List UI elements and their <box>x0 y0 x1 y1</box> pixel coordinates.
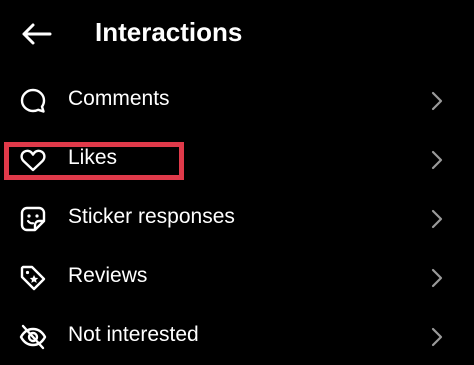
chevron-right-icon <box>430 267 444 289</box>
menu-item-sticker-responses[interactable]: Sticker responses <box>0 188 474 247</box>
menu-item-likes[interactable]: Likes <box>0 129 474 188</box>
tag-star-icon <box>18 263 48 293</box>
menu-item-label: Sticker responses <box>68 205 235 228</box>
eye-off-icon <box>18 322 48 352</box>
interactions-menu: Comments Likes Sticker responses Reviews… <box>0 70 474 365</box>
menu-item-label: Likes <box>68 146 118 169</box>
back-button[interactable] <box>14 16 58 52</box>
header-bar: Interactions <box>0 0 474 66</box>
menu-item-not-interested[interactable]: Not interested <box>0 306 474 365</box>
arrow-left-icon <box>22 23 52 45</box>
menu-item-reviews[interactable]: Reviews <box>0 247 474 306</box>
page-title: Interactions <box>95 17 243 47</box>
menu-item-label: Reviews <box>68 264 148 287</box>
heart-icon <box>18 145 48 175</box>
comment-bubble-icon <box>18 86 48 116</box>
chevron-right-icon <box>430 208 444 230</box>
sticker-icon <box>18 204 48 234</box>
chevron-right-icon <box>430 149 444 171</box>
menu-item-comments[interactable]: Comments <box>0 70 474 129</box>
menu-item-label: Not interested <box>68 323 199 346</box>
chevron-right-icon <box>430 326 444 348</box>
chevron-right-icon <box>430 90 444 112</box>
menu-item-label: Comments <box>68 87 170 110</box>
